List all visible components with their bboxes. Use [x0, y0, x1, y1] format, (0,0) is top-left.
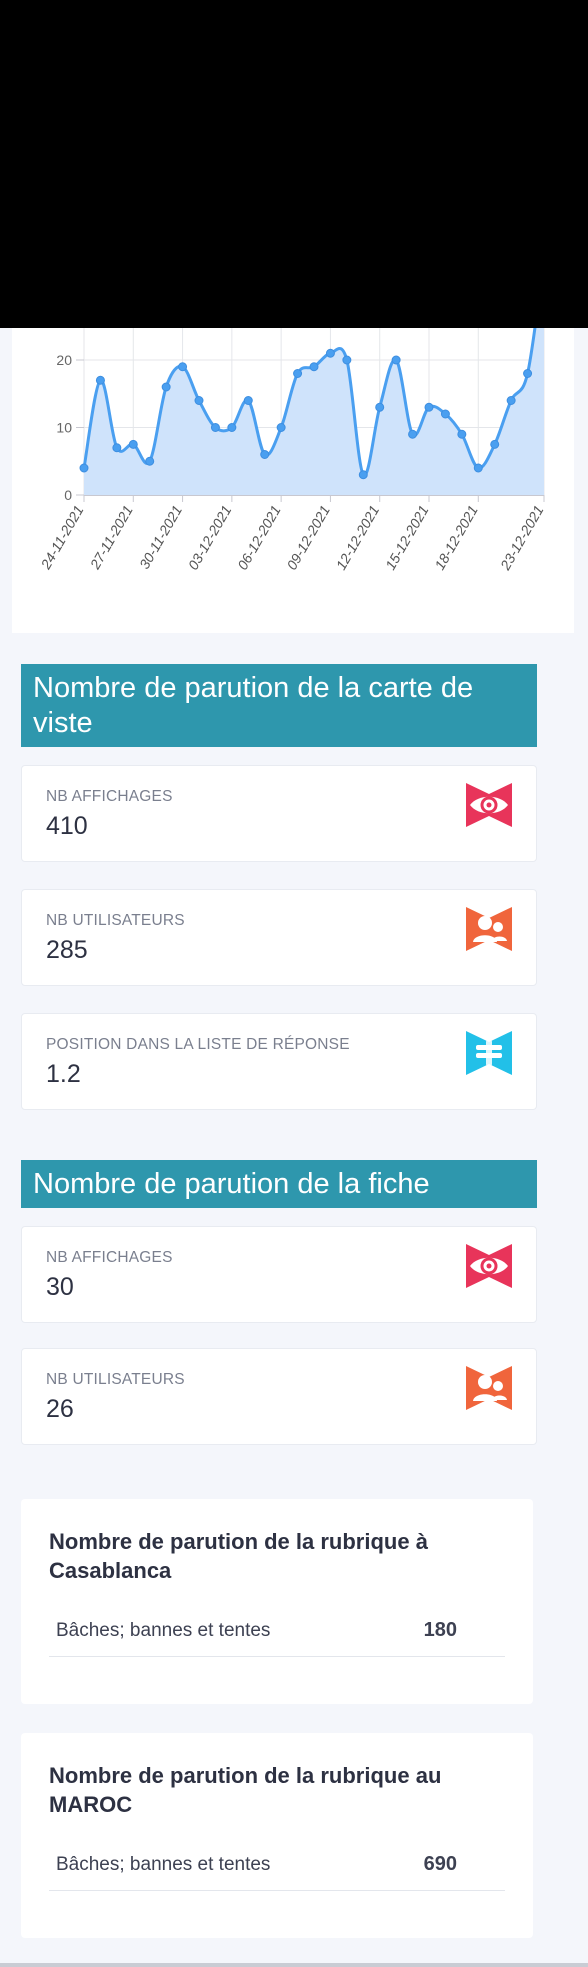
top-black-region — [0, 0, 588, 328]
stat-label: NB UTILISATEURS — [46, 1371, 185, 1388]
chart-card: 0 10 20 24-11-2021 27-11-2021 30-11-2021 03-12… — [12, 328, 574, 633]
rubrique-title: Nombre de parution de la rubrique au MAR… — [49, 1763, 442, 1817]
y-tick-label: 0 — [64, 487, 72, 503]
x-tick-label: 18-12-2021 — [431, 503, 481, 573]
data-point[interactable] — [79, 463, 89, 473]
data-point[interactable] — [440, 409, 450, 419]
data-point[interactable] — [309, 362, 319, 372]
eye-icon — [466, 783, 512, 827]
stat-label: POSITION DANS LA LISTE DE RÉPONSE — [46, 1036, 350, 1053]
section-title-carte: Nombre de parution de la carte de viste — [21, 664, 537, 747]
data-point[interactable] — [391, 355, 401, 365]
stat-value: 285 — [46, 936, 88, 964]
rubrique-title: Nombre de parution de la rubrique à Casa… — [49, 1529, 428, 1583]
bottom-scroll-edge — [0, 1963, 588, 1967]
stat-value: 1.2 — [46, 1060, 81, 1088]
users-icon — [466, 1366, 512, 1410]
x-tick-label: 03-12-2021 — [185, 503, 235, 573]
data-point[interactable] — [227, 423, 237, 432]
stat-card-utilisateurs-fiche: NB UTILISATEURS 26 — [21, 1348, 537, 1445]
table-row: Bâches; bannes et tentes 690 — [49, 1840, 505, 1891]
data-point[interactable] — [243, 396, 253, 405]
data-point[interactable] — [457, 429, 467, 439]
data-point[interactable] — [178, 362, 188, 372]
data-point[interactable] — [325, 348, 335, 358]
rubrique-count: 180 — [423, 1619, 457, 1641]
data-point[interactable] — [210, 423, 220, 432]
data-point[interactable] — [128, 439, 138, 449]
data-point[interactable] — [506, 396, 516, 405]
x-tick-label: 27-11-2021 — [86, 503, 136, 573]
stat-value: 30 — [46, 1273, 74, 1301]
rubrique-name: Bâches; bannes et tentes — [56, 1854, 271, 1875]
stat-label: NB AFFICHAGES — [46, 788, 173, 805]
y-tick-label: 20 — [56, 352, 72, 368]
data-point[interactable] — [293, 369, 303, 378]
data-point[interactable] — [408, 429, 418, 439]
table-row: Bâches; bannes et tentes 180 — [49, 1606, 505, 1657]
data-point[interactable] — [112, 443, 122, 453]
stat-card-utilisateurs: NB UTILISATEURS 285 — [21, 889, 537, 986]
x-tick-label: 30-11-2021 — [136, 503, 185, 572]
list-position-icon — [466, 1031, 512, 1075]
data-point[interactable] — [276, 423, 286, 432]
y-tick-label: 10 — [56, 420, 72, 436]
rubrique-casablanca-card: Nombre de parution de la rubrique à Casa… — [21, 1499, 533, 1704]
x-tick-label: 12-12-2021 — [333, 503, 383, 573]
x-tick-label: 06-12-2021 — [234, 503, 284, 573]
data-point[interactable] — [358, 470, 368, 480]
data-point[interactable] — [424, 402, 434, 412]
area-chart: 0 10 20 24-11-2021 27-11-2021 30-11-2021 03-12… — [37, 328, 547, 574]
stat-card-affichages: NB AFFICHAGES 410 — [21, 765, 537, 862]
data-point[interactable] — [95, 375, 105, 385]
data-point[interactable] — [342, 355, 352, 365]
stat-card-position: POSITION DANS LA LISTE DE RÉPONSE 1.2 — [21, 1013, 537, 1110]
stat-value: 410 — [46, 812, 88, 840]
data-point[interactable] — [145, 456, 155, 466]
x-tick-label: 23-12-2021 — [496, 503, 546, 574]
x-tick-label: 15-12-2021 — [382, 503, 432, 573]
stat-label: NB AFFICHAGES — [46, 1249, 173, 1266]
data-point[interactable] — [523, 369, 533, 378]
data-point[interactable] — [490, 439, 500, 449]
data-point[interactable] — [260, 450, 270, 459]
section-title-fiche: Nombre de parution de la fiche — [21, 1160, 537, 1208]
stat-card-affichages-fiche: NB AFFICHAGES 30 — [21, 1226, 537, 1323]
eye-icon — [466, 1244, 512, 1288]
rubrique-maroc-card: Nombre de parution de la rubrique au MAR… — [21, 1733, 533, 1938]
data-point[interactable] — [473, 463, 483, 473]
x-tick-label: 24-11-2021 — [37, 503, 87, 573]
users-icon — [466, 907, 512, 951]
data-point[interactable] — [194, 396, 204, 405]
data-point[interactable] — [375, 402, 385, 412]
stat-label: NB UTILISATEURS — [46, 912, 185, 929]
data-point[interactable] — [161, 382, 171, 392]
x-tick-label: 09-12-2021 — [283, 503, 333, 573]
stat-value: 26 — [46, 1395, 74, 1423]
rubrique-count: 690 — [423, 1853, 457, 1875]
rubrique-name: Bâches; bannes et tentes — [56, 1620, 271, 1641]
